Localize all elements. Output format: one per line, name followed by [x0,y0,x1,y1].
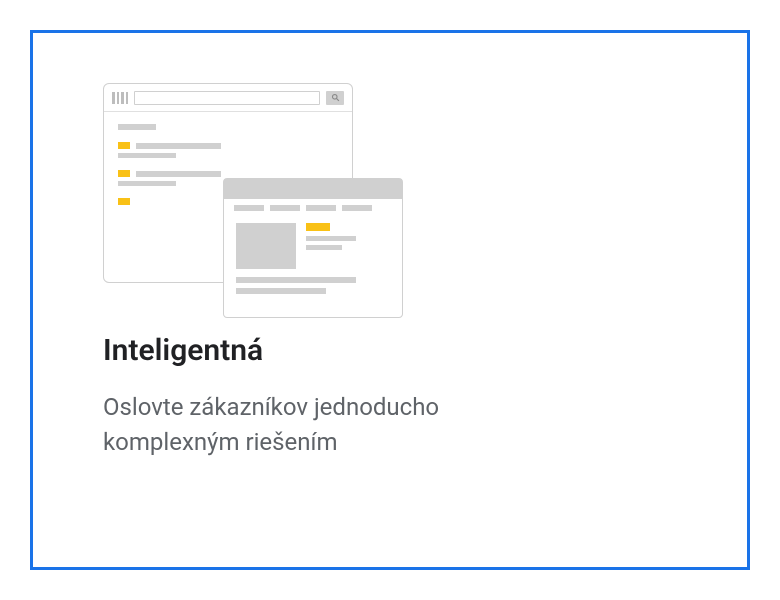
search-bar-placeholder [134,91,320,105]
logo-icon [112,92,128,104]
search-button-icon [326,91,344,105]
smart-campaign-illustration [103,83,383,303]
campaign-type-card[interactable]: Inteligentná Oslovte zákazníkov jednoduc… [30,30,750,570]
browser-mockup-front [223,178,403,318]
card-description: Oslovte zákazníkov jednoducho komplexným… [103,390,563,460]
card-title: Inteligentná [103,333,677,368]
